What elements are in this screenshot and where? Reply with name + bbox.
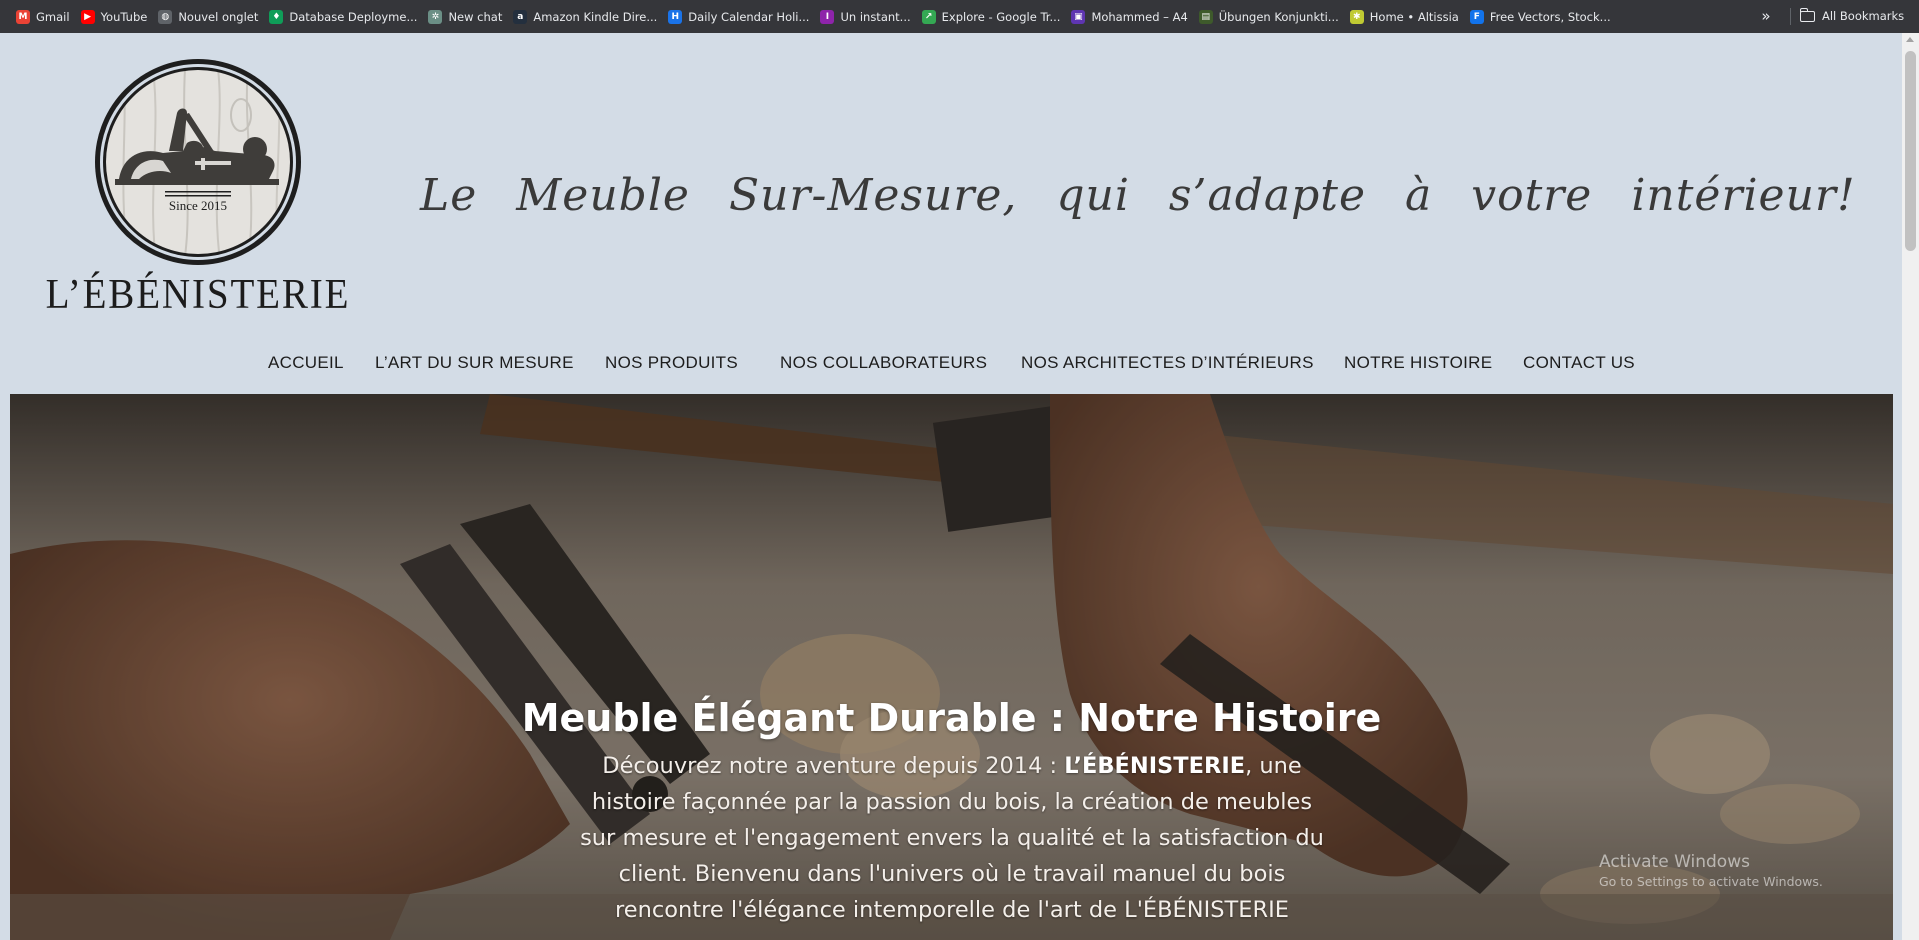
- hero-title: Meuble Élégant Durable : Notre Histoire: [521, 696, 1382, 740]
- bookmark-item[interactable]: ↗ Explore - Google Tr...: [918, 5, 1068, 29]
- logo-since-text: Since 2015: [168, 198, 228, 213]
- gmail-icon: M: [16, 9, 30, 24]
- hand-plane-emblem-icon: [91, 55, 305, 269]
- bookmark-item[interactable]: ✲ New chat: [424, 5, 509, 29]
- bookmarks-divider: [1790, 8, 1791, 25]
- bookmark-label: Übungen Konjunkti...: [1218, 9, 1339, 24]
- nav-item-art-du-sur-mesure[interactable]: L’ART DU SUR MESURE: [375, 353, 574, 373]
- activate-windows-title: Activate Windows: [1599, 852, 1750, 872]
- bookmark-label: Amazon Kindle Dire...: [533, 9, 658, 24]
- hero-description: Découvrez notre aventure depuis 2014 : L…: [578, 748, 1326, 928]
- scrollbar-thumb[interactable]: [1905, 51, 1916, 251]
- globe-icon: ◍: [158, 9, 173, 24]
- logo-wordmark: L’ÉBÉNISTERIE: [45, 272, 351, 318]
- all-bookmarks-label: All Bookmarks: [1822, 9, 1905, 23]
- bookmarks-list: M Gmail ▶ YouTube ◍ Nouvel onglet ♦ Database De…: [0, 0, 1618, 33]
- all-bookmarks-button[interactable]: All Bookmarks: [1799, 4, 1905, 28]
- bookmark-item[interactable]: ▣ Mohammed – A4: [1067, 5, 1194, 29]
- site-logo[interactable]: Since 2015 L’ÉBÉNISTERIE: [22, 55, 374, 318]
- more-bookmarks-button[interactable]: »: [1754, 4, 1778, 28]
- bookmark-label: Database Deployme...: [289, 9, 418, 24]
- calendar-icon: H: [668, 9, 683, 24]
- site-tagline: Le Meuble Sur-Mesure, qui s’adapte à vot…: [420, 170, 1856, 221]
- altissia-icon: ✱: [1349, 9, 1364, 24]
- chat-icon: ✲: [428, 9, 443, 24]
- bookmark-item[interactable]: ▤ Übungen Konjunkti...: [1195, 5, 1346, 29]
- bookmark-label: Nouvel onglet: [178, 9, 259, 24]
- doc-icon: ▣: [1071, 9, 1086, 24]
- text-icon: I: [820, 9, 835, 24]
- bookmark-item[interactable]: ♦ Database Deployme...: [265, 5, 424, 29]
- trends-icon: ↗: [921, 9, 936, 24]
- nav-item-nos-collaborateurs[interactable]: NOS COLLABORATEURS: [780, 353, 987, 373]
- hero-text-brand: L’ÉBÉNISTERIE: [1064, 753, 1246, 779]
- bookmark-item[interactable]: F Free Vectors, Stock...: [1466, 5, 1618, 29]
- bookmark-label: Home • Altissia: [1369, 9, 1459, 24]
- activate-windows-watermark: Activate Windows Go to Settings to activ…: [1599, 851, 1823, 891]
- bookmark-item[interactable]: H Daily Calendar Holi...: [664, 5, 816, 29]
- nav-item-notre-histoire[interactable]: NOTRE HISTOIRE: [1344, 353, 1492, 373]
- bookmark-label: Mohammed – A4: [1091, 9, 1188, 24]
- page-scrollbar[interactable]: [1902, 33, 1919, 940]
- amazon-icon: a: [513, 9, 528, 24]
- bookmark-label: Un instant...: [840, 9, 911, 24]
- youtube-icon: ▶: [80, 9, 95, 24]
- bookmark-label: Explore - Google Tr...: [941, 9, 1061, 24]
- bookmark-item[interactable]: a Amazon Kindle Dire...: [509, 5, 664, 29]
- scroll-up-arrow-icon[interactable]: [1906, 37, 1914, 42]
- nav-item-nos-produits[interactable]: NOS PRODUITS: [605, 353, 738, 373]
- bookmark-item[interactable]: M Gmail: [12, 5, 77, 29]
- bookmark-label: YouTube: [100, 9, 148, 24]
- bookmark-label: Gmail: [36, 9, 70, 24]
- hero-text-intro: Découvrez notre aventure depuis 2014 :: [602, 753, 1065, 779]
- bookmark-item[interactable]: I Un instant...: [816, 5, 917, 29]
- freepik-icon: F: [1469, 9, 1484, 24]
- main-navigation: ACCUEIL L’ART DU SUR MESURE NOS PRODUITS…: [0, 340, 1919, 388]
- nav-item-accueil[interactable]: ACCUEIL: [268, 353, 344, 373]
- bookmark-label: New chat: [448, 9, 503, 24]
- bookmark-label: Daily Calendar Holi...: [688, 9, 810, 24]
- bookmarks-bar: M Gmail ▶ YouTube ◍ Nouvel onglet ♦ Database De…: [0, 0, 1919, 33]
- activate-windows-subtitle: Go to Settings to activate Windows.: [1599, 874, 1823, 889]
- nav-item-contact-us[interactable]: CONTACT US: [1523, 353, 1635, 373]
- bookmark-item[interactable]: ✱ Home • Altissia: [1346, 5, 1466, 29]
- bookmark-item[interactable]: ▶ YouTube: [77, 5, 155, 29]
- bookmark-label: Free Vectors, Stock...: [1489, 9, 1611, 24]
- folder-icon: [1799, 7, 1815, 22]
- bookmark-item[interactable]: ◍ Nouvel onglet: [154, 5, 265, 29]
- leaf-icon: ♦: [269, 9, 284, 24]
- nav-item-nos-architectes[interactable]: NOS ARCHITECTES D’INTÉRIEURS: [1021, 353, 1314, 373]
- exercise-icon: ▤: [1198, 9, 1213, 24]
